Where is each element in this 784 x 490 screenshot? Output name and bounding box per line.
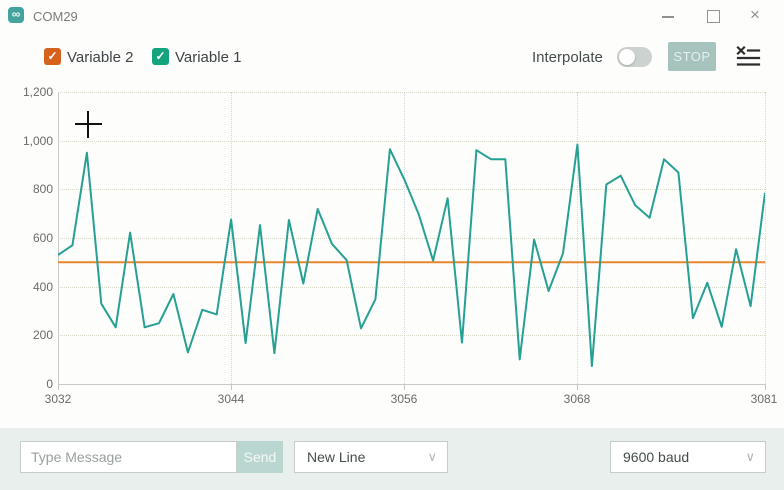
- variable1-checkbox[interactable]: ✓: [152, 48, 169, 65]
- legend-item-variable2: ✓ Variable 2: [44, 48, 144, 68]
- x-axis-line: [58, 384, 766, 385]
- x-tick-label: 3068: [547, 392, 607, 406]
- y-tick-label: 1,000: [0, 134, 53, 148]
- axis-tick: [58, 385, 59, 390]
- y-tick-label: 200: [0, 328, 53, 342]
- serial-plotter-window: ∞ COM29 × ✓ Variable 2 ✓ Variable 1 Inte…: [0, 0, 784, 490]
- axis-tick: [577, 385, 578, 390]
- maximize-button[interactable]: [707, 10, 720, 23]
- axis-tick: [404, 385, 405, 390]
- send-button[interactable]: Send: [237, 441, 283, 473]
- line-ending-dropdown[interactable]: New Line ∨: [294, 441, 448, 473]
- baud-rate-dropdown[interactable]: 9600 baud ∨: [610, 441, 766, 473]
- y-tick-label: 800: [0, 182, 53, 196]
- y-tick-label: 600: [0, 231, 53, 245]
- stop-button[interactable]: STOP: [668, 42, 716, 71]
- gridline: [765, 92, 766, 384]
- y-tick-label: 400: [0, 280, 53, 294]
- baud-rate-value: 9600 baud: [623, 449, 689, 465]
- x-tick-label: 3081: [734, 392, 784, 406]
- x-tick-label: 3056: [374, 392, 434, 406]
- series-variable-1: [58, 145, 765, 366]
- window-title: COM29: [33, 9, 78, 24]
- footer-bar: Send New Line ∨ 9600 baud ∨: [0, 428, 784, 490]
- y-tick-label: 1,200: [0, 85, 53, 99]
- axis-tick: [765, 385, 766, 390]
- plot-area[interactable]: [58, 92, 765, 384]
- interpolate-label: Interpolate: [532, 49, 603, 66]
- line-ending-value: New Line: [307, 449, 365, 465]
- axis-tick: [231, 385, 232, 390]
- close-button[interactable]: ×: [750, 5, 760, 25]
- interpolate-toggle[interactable]: [617, 47, 652, 67]
- arduino-logo-icon: ∞: [8, 7, 24, 23]
- titlebar: ∞ COM29 ×: [0, 0, 784, 32]
- chevron-down-icon: ∨: [745, 449, 755, 465]
- toggle-knob: [619, 49, 635, 65]
- y-tick-label: 0: [0, 377, 53, 391]
- clear-list-icon[interactable]: [735, 45, 761, 67]
- chevron-down-icon: ∨: [427, 449, 437, 465]
- variable2-checkbox[interactable]: ✓: [44, 48, 61, 65]
- variable1-label: Variable 1: [175, 49, 241, 66]
- minimize-button[interactable]: [662, 16, 674, 18]
- crosshair-cursor: [87, 111, 89, 138]
- variable2-label: Variable 2: [67, 49, 133, 66]
- legend-item-variable1: ✓ Variable 1: [152, 48, 252, 68]
- message-input[interactable]: [20, 441, 237, 473]
- x-tick-label: 3032: [28, 392, 88, 406]
- x-tick-label: 3044: [201, 392, 261, 406]
